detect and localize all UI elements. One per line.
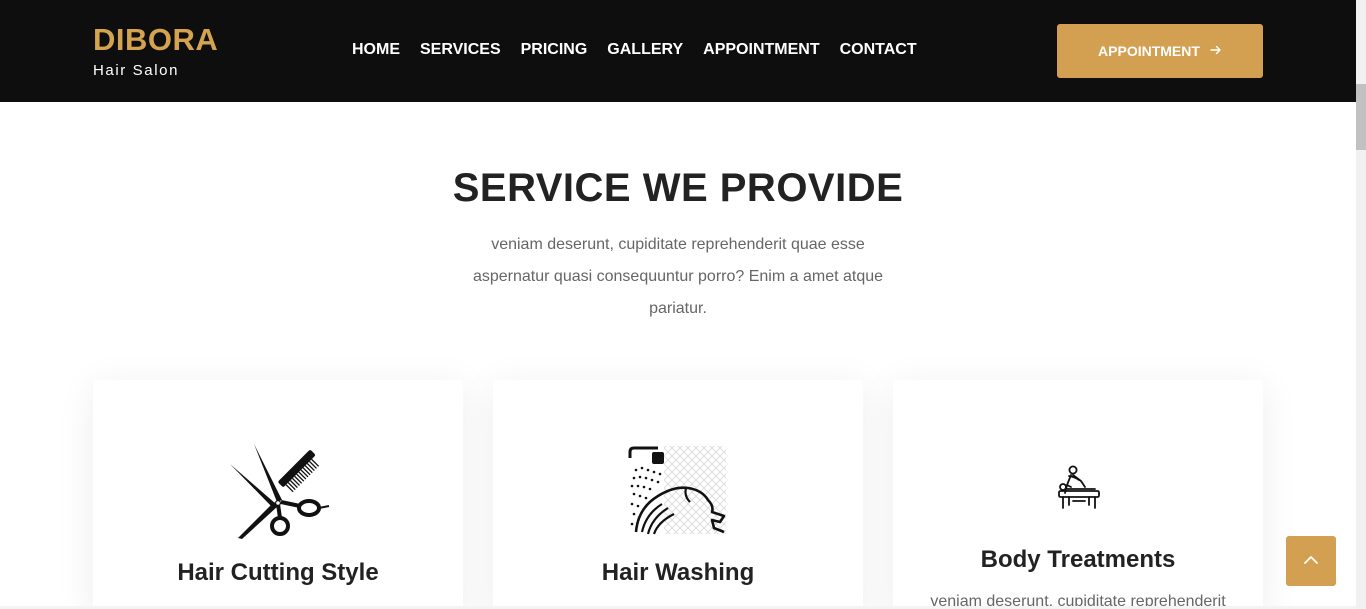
service-card-hair-cutting[interactable]: Hair Cutting Style: [93, 380, 463, 609]
chevron-up-icon: [1303, 552, 1319, 570]
appointment-button-label: APPOINTMENT: [1098, 43, 1200, 59]
hair-washing-icon: [493, 444, 863, 538]
nav-item-gallery[interactable]: GALLERY: [607, 40, 683, 60]
site-header: DIBORA Hair Salon HOME SERVICES PRICING …: [0, 0, 1356, 102]
brand-logo[interactable]: DIBORA Hair Salon: [93, 22, 218, 79]
nav-item-services[interactable]: SERVICES: [420, 40, 501, 60]
appointment-button[interactable]: APPOINTMENT: [1057, 24, 1263, 78]
brand-name: DIBORA: [93, 22, 219, 57]
section-title: SERVICE WE PROVIDE: [452, 166, 904, 210]
service-card-body-treatments[interactable]: Body Treatments veniam deserunt, cupidit…: [893, 380, 1263, 609]
nav-item-pricing[interactable]: PRICING: [521, 40, 588, 60]
nav-item-home[interactable]: HOME: [352, 40, 400, 60]
nav-item-contact[interactable]: CONTACT: [840, 40, 917, 60]
service-title: Hair Washing: [601, 559, 755, 586]
scrollbar-thumb[interactable]: [1356, 84, 1366, 150]
back-to-top-button[interactable]: [1286, 536, 1336, 586]
section-description: veniam deserunt, cupiditate reprehenderi…: [472, 236, 884, 317]
service-title: Hair Cutting Style: [177, 559, 379, 586]
brand-tagline: Hair Salon: [93, 62, 180, 79]
service-title: Body Treatments: [980, 546, 1176, 573]
main-nav: HOME SERVICES PRICING GALLERY APPOINTMEN…: [352, 40, 917, 60]
nav-item-appointment[interactable]: APPOINTMENT: [703, 40, 819, 60]
scissors-comb-icon: [93, 442, 463, 542]
massage-table-icon: [893, 465, 1263, 511]
arrow-right-icon: [1210, 43, 1222, 59]
service-card-hair-washing[interactable]: Hair Washing: [493, 380, 863, 609]
